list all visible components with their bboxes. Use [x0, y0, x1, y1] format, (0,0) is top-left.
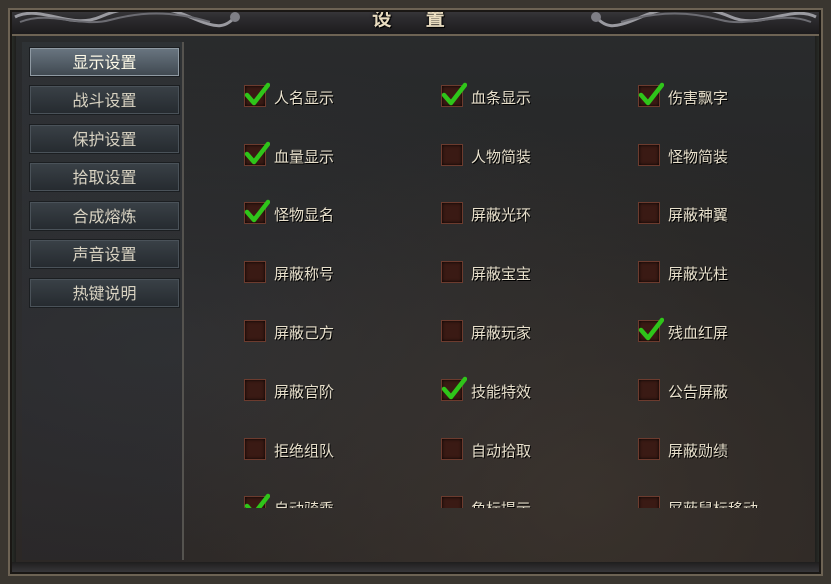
- option-checkbox[interactable]: [244, 438, 266, 460]
- option-label: 残血红屏: [668, 324, 729, 342]
- option-checkbox[interactable]: [638, 496, 660, 508]
- option-label: 公告屏蔽: [668, 383, 729, 401]
- option-label: 自动拾取: [471, 442, 532, 460]
- tab-smelting[interactable]: 合成熔炼: [29, 201, 180, 231]
- check-icon: [244, 141, 270, 165]
- option-label: 血量显示: [274, 148, 335, 166]
- option-checkbox[interactable]: [244, 261, 266, 283]
- option-label: 屏蔽己方: [274, 324, 335, 342]
- display-options-panel: 人名显示 血条显示 伤害飘字血量显示 人物简装 怪物简装怪物显名 屏蔽光环 屏蔽神翼屏蔽称号…: [186, 42, 806, 508]
- option-label: 怪物简装: [668, 148, 729, 166]
- option-label: 伤害飘字: [668, 89, 729, 107]
- tab-combat[interactable]: 战斗设置: [29, 85, 180, 115]
- check-icon: [244, 82, 270, 106]
- option-checkbox[interactable]: [638, 379, 660, 401]
- frame-right: [815, 30, 831, 574]
- option-checkbox[interactable]: [638, 144, 660, 166]
- title-bar[interactable]: 设 置: [0, 0, 831, 36]
- option-checkbox[interactable]: [638, 261, 660, 283]
- option-checkbox[interactable]: [441, 144, 463, 166]
- option-label: 屏蔽鼠标移动: [668, 498, 758, 508]
- option-checkbox[interactable]: [441, 438, 463, 460]
- settings-tabs: 显示设置 战斗设置 保护设置 拾取设置 合成熔炼 声音设置 热键说明: [22, 42, 184, 560]
- option-label: 血条显示: [471, 89, 532, 107]
- option-checkbox[interactable]: [638, 202, 660, 224]
- option-checkbox[interactable]: [441, 261, 463, 283]
- check-icon: [638, 317, 664, 341]
- option-checkbox[interactable]: [638, 82, 664, 107]
- window-title: 设 置: [372, 8, 459, 30]
- option-checkbox[interactable]: [244, 141, 270, 166]
- check-icon: [441, 376, 467, 400]
- tab-pickup[interactable]: 拾取设置: [29, 162, 180, 192]
- check-icon: [244, 493, 270, 508]
- option-checkbox[interactable]: [244, 493, 270, 508]
- tab-protect[interactable]: 保护设置: [29, 124, 180, 154]
- option-label: 屏蔽称号: [274, 265, 335, 283]
- option-checkbox[interactable]: [441, 320, 463, 342]
- option-label: 自动骑乘: [274, 498, 334, 508]
- tab-display[interactable]: 显示设置: [29, 47, 180, 77]
- option-label: 屏蔽玩家: [471, 324, 532, 342]
- option-label: 屏蔽光环: [471, 206, 532, 224]
- option-checkbox[interactable]: [441, 496, 463, 508]
- option-checkbox[interactable]: [244, 82, 270, 107]
- option-label: 人名显示: [274, 89, 335, 107]
- option-checkbox[interactable]: [244, 199, 270, 224]
- tab-sound[interactable]: 声音设置: [29, 239, 180, 269]
- option-label: 屏蔽官阶: [274, 383, 335, 401]
- settings-window: 设 置 显示设置 战斗设置 保护设置 拾取设置 合成熔炼 声音设置 热键说明 人…: [0, 0, 831, 584]
- option-label: 角标提示: [471, 498, 531, 508]
- tab-hotkeys[interactable]: 热键说明: [29, 278, 180, 308]
- option-label: 屏蔽光柱: [668, 265, 729, 283]
- option-label: 屏蔽神翼: [668, 206, 729, 224]
- check-icon: [441, 82, 467, 106]
- check-icon: [244, 199, 270, 223]
- frame-bottom: [0, 562, 831, 584]
- frame-left: [0, 30, 16, 574]
- option-checkbox[interactable]: [441, 376, 467, 401]
- option-checkbox[interactable]: [638, 438, 660, 460]
- option-label: 屏蔽勋绩: [668, 442, 729, 460]
- option-label: 技能特效: [471, 383, 532, 401]
- check-icon: [638, 82, 664, 106]
- option-label: 怪物显名: [274, 206, 335, 224]
- option-checkbox[interactable]: [244, 379, 266, 401]
- option-checkbox[interactable]: [244, 320, 266, 342]
- option-label: 人物简装: [471, 148, 532, 166]
- option-checkbox[interactable]: [441, 202, 463, 224]
- option-checkbox[interactable]: [441, 82, 467, 107]
- option-label: 屏蔽宝宝: [471, 265, 532, 283]
- option-checkbox[interactable]: [638, 317, 664, 342]
- option-label: 拒绝组队: [274, 442, 335, 460]
